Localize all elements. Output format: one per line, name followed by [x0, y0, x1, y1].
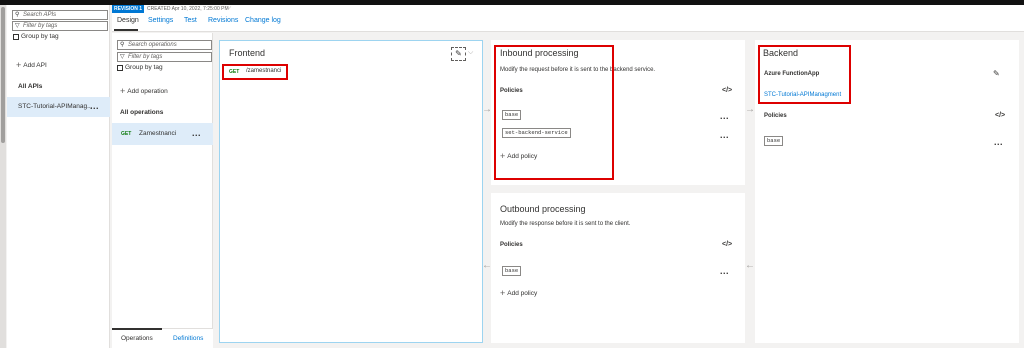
highlight-backend	[758, 45, 851, 104]
filter-apis-placeholder: Filter by tags	[23, 23, 58, 29]
tab-test[interactable]: Test	[184, 17, 197, 24]
outbound-description: Modify the response before it is sent to…	[500, 221, 631, 227]
search-icon: ⚲	[120, 42, 125, 48]
group-by-tag-checkbox[interactable]: Group by tag	[13, 33, 59, 40]
frontend-card[interactable]: Frontend ✎ ⌵ GET /zamestnanci	[219, 40, 483, 343]
apis-pane: ⚲ Search APIs ▽ Filter by tags Group by …	[7, 5, 110, 348]
operation-name: Zamestnanci	[139, 130, 177, 137]
operations-pane: ⚲ Search operations ▽ Filter by tags Gro…	[112, 33, 213, 348]
all-operations-heading: All operations	[120, 109, 164, 116]
filter-icon: ▽	[15, 23, 20, 29]
active-tab-indicator	[114, 29, 138, 31]
highlight-inbound	[494, 45, 614, 180]
operation-list-item[interactable]: GET Zamestnanci ...	[112, 123, 213, 145]
filter-operations-input[interactable]: ▽ Filter by tags	[117, 52, 212, 62]
more-icon[interactable]: ...	[720, 111, 729, 121]
add-operation-button[interactable]: + Add operation	[120, 86, 168, 96]
search-apis-placeholder: Search APIs	[23, 12, 57, 18]
pencil-icon: ✎	[455, 49, 462, 58]
policy-base-tag[interactable]: base	[764, 136, 784, 146]
group-by-tag-label: Group by tag	[21, 33, 59, 40]
checkbox-box[interactable]	[13, 33, 19, 40]
tab-design[interactable]: Design	[117, 17, 139, 24]
tab-change-log[interactable]: Change log	[245, 17, 281, 24]
add-operation-label: Add operation	[127, 88, 168, 95]
policy-base-tag[interactable]: base	[502, 266, 522, 276]
more-icon[interactable]: ...	[192, 128, 201, 138]
chevron-down-icon[interactable]: ⌵	[468, 49, 473, 57]
add-api-button[interactable]: + Add API	[16, 60, 47, 70]
outbound-policies-label: Policies	[500, 242, 523, 248]
search-icon: ⚲	[15, 12, 20, 18]
filter-apis-input[interactable]: ▽ Filter by tags	[12, 21, 108, 31]
add-policy-label: Add policy	[507, 290, 538, 297]
outbound-add-policy-button[interactable]: + Add policy	[500, 288, 537, 298]
tab-definitions[interactable]: Definitions	[173, 335, 203, 342]
code-view-icon[interactable]: </>	[995, 112, 1005, 119]
plus-icon: +	[500, 288, 506, 298]
more-icon[interactable]: ...	[90, 101, 99, 111]
chevron-down-icon[interactable]: ⌵	[226, 4, 231, 12]
revision-bar	[112, 5, 1024, 14]
more-icon[interactable]: ...	[994, 137, 1003, 147]
filter-icon: ▽	[120, 54, 125, 60]
revision-badge[interactable]: REVISION 1	[112, 5, 144, 13]
ops-bottom-tabs: Operations Definitions	[112, 328, 213, 348]
plus-icon: +	[16, 60, 22, 70]
active-bottom-tab-indicator	[112, 328, 162, 330]
operation-method-badge: GET	[121, 131, 132, 137]
frontend-title: Frontend	[229, 48, 266, 58]
ops-group-by-tag-label: Group by tag	[125, 64, 163, 71]
tab-operations[interactable]: Operations	[121, 335, 153, 342]
revision-created-text: CREATED Apr 10, 2022, 7:25:00 PM	[147, 6, 229, 12]
more-icon[interactable]: ...	[720, 130, 729, 140]
outbound-card[interactable]: Outbound processing Modify the response …	[491, 193, 745, 343]
tab-settings[interactable]: Settings	[148, 17, 173, 24]
pencil-icon[interactable]: ✎	[993, 69, 1000, 78]
search-operations-placeholder: Search operations	[128, 42, 177, 48]
plus-icon: +	[120, 86, 126, 96]
all-apis-heading: All APIs	[18, 83, 43, 90]
ops-group-by-tag-checkbox[interactable]: Group by tag	[117, 64, 163, 71]
code-view-icon[interactable]: </>	[722, 241, 732, 248]
left-scrollbar[interactable]	[0, 5, 6, 348]
edit-frontend-button[interactable]: ✎	[451, 47, 466, 61]
outbound-title: Outbound processing	[500, 204, 586, 214]
add-api-label: Add API	[23, 62, 47, 69]
highlight-frontend-path	[222, 64, 288, 80]
api-list-item[interactable]: STC-Tutorial-APIManag... ...	[7, 97, 110, 117]
backend-policies-label: Policies	[764, 113, 787, 119]
checkbox-box[interactable]	[117, 64, 123, 71]
api-item-label: STC-Tutorial-APIManag...	[18, 103, 93, 110]
arrow-left-icon: ←	[745, 260, 755, 271]
search-operations-input[interactable]: ⚲ Search operations	[117, 40, 212, 50]
scrollbar-thumb[interactable]	[1, 7, 5, 143]
filter-operations-placeholder: Filter by tags	[128, 54, 163, 60]
more-icon[interactable]: ...	[720, 266, 729, 276]
tab-revisions[interactable]: Revisions	[208, 17, 238, 24]
arrow-right-icon: →	[745, 104, 755, 115]
search-apis-input[interactable]: ⚲ Search APIs	[12, 10, 108, 20]
code-view-icon[interactable]: </>	[722, 87, 732, 94]
